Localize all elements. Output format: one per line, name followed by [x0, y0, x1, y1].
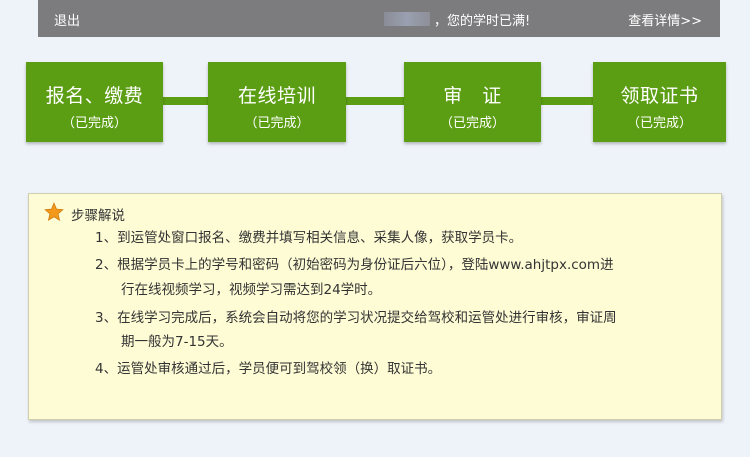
hours-complete-message: ，您的学时已满!: [434, 14, 531, 29]
step-connector: [541, 97, 593, 105]
step-title: 审 证: [443, 85, 502, 107]
guide-step-2: 2、根据学员卡上的学号和密码（初始密码为身份证后六位），登陆www.ahjtpx…: [95, 257, 614, 273]
progress-steps: 报名、缴费 （已完成） 在线培训 （已完成） 审 证 （已完成） 领取证书 （已…: [26, 62, 726, 142]
step-review-certificate: 审 证 （已完成）: [404, 62, 541, 142]
masked-username: [384, 12, 430, 26]
steps-explanation-panel: 步骤解说 1、到运管处窗口报名、缴费并填写相关信息、采集人像，获取学员卡。 2、…: [28, 193, 722, 420]
guide-step-3-cont: 期一般为7-15天。: [121, 334, 233, 350]
logout-link[interactable]: 退出: [54, 10, 80, 29]
step-collect-certificate: 领取证书 （已完成）: [593, 62, 726, 142]
step-status: （已完成）: [626, 116, 692, 131]
guide-step-4: 4、运管处审核通过后，学员便可到驾校领（换）取证书。: [95, 361, 442, 377]
panel-heading: 步骤解说: [71, 208, 125, 224]
step-status: （已完成）: [439, 116, 505, 131]
step-status: （已完成）: [61, 116, 127, 131]
guide-step-2-cont: 行在线视频学习，视频学习需达到24学时。: [121, 282, 382, 298]
guide-step-3: 3、在线学习完成后，系统会自动将您的学习状况提交给驾校和运管处进行审核，审证周: [95, 310, 617, 326]
top-status-bar: 退出 ，您的学时已满! 查看详情>>: [38, 0, 720, 37]
step-title: 在线培训: [237, 85, 316, 107]
step-title: 报名、缴费: [45, 85, 144, 107]
step-online-training: 在线培训 （已完成）: [208, 62, 346, 142]
view-details-link[interactable]: 查看详情>>: [628, 10, 702, 29]
guide-step-1: 1、到运管处窗口报名、缴费并填写相关信息、采集人像，获取学员卡。: [95, 230, 523, 246]
step-connector: [163, 97, 208, 105]
step-status: （已完成）: [244, 116, 310, 131]
step-connector: [346, 97, 404, 105]
step-title: 领取证书: [620, 85, 699, 107]
step-register-pay: 报名、缴费 （已完成）: [26, 62, 163, 142]
star-icon: [44, 202, 64, 221]
